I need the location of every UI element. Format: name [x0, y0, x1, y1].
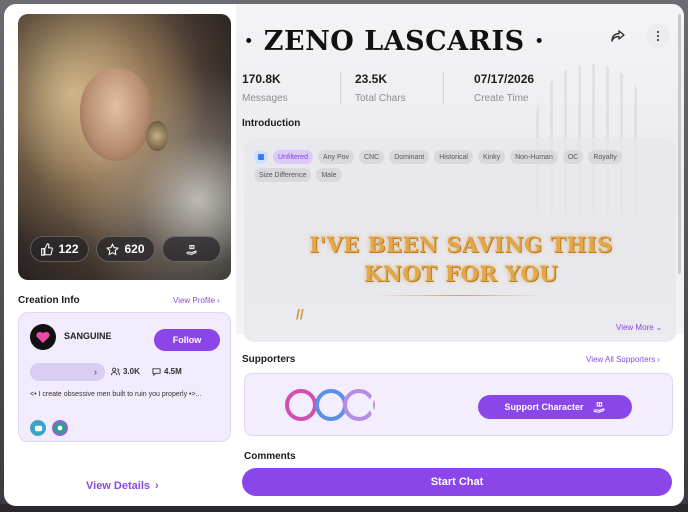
creator-card: SANGUINE Follow › 3.0K 4.5M <• I create … — [18, 312, 231, 442]
star-icon — [106, 242, 120, 255]
view-all-supporters-label: View All Supporters — [586, 355, 656, 364]
gift-button[interactable] — [162, 236, 221, 262]
chevron-down-icon: ⌄ — [655, 323, 663, 332]
stat-divider — [443, 72, 444, 104]
chevron-right-icon: › — [217, 296, 220, 305]
creator-level-bar[interactable]: › — [30, 363, 105, 381]
chevron-right-icon: › — [657, 355, 660, 364]
scrollbar[interactable] — [678, 14, 681, 274]
create-time-label: Create Time — [474, 93, 529, 104]
supporters-heading: Supporters — [242, 354, 296, 365]
more-options-button[interactable] — [646, 24, 670, 48]
chats-stat: 4.5M — [152, 367, 182, 376]
followers-count: 3.0K — [123, 367, 140, 376]
discord-icon[interactable] — [30, 420, 46, 436]
view-more-label: View More — [616, 323, 654, 332]
banner-divider — [374, 295, 544, 296]
tag-list: Unfiltered Any Pov CNC Dominant Historic… — [254, 150, 664, 182]
like-button[interactable]: 122 — [30, 236, 89, 262]
like-count: 122 — [58, 242, 79, 256]
view-all-supporters-link[interactable]: View All Supporters › — [586, 355, 660, 364]
create-time-value: 07/17/2026 — [474, 72, 535, 86]
creation-info-heading: Creation Info — [18, 295, 80, 306]
messages-label: Messages — [242, 93, 288, 104]
tag[interactable]: Male — [316, 168, 342, 182]
chat-bubble-icon — [152, 368, 161, 376]
gift-hand-icon — [186, 244, 197, 255]
tag[interactable]: Historical — [434, 150, 473, 164]
tag[interactable]: CNC — [359, 150, 385, 164]
thumbs-up-icon — [41, 242, 54, 256]
support-character-button[interactable]: Support Character — [478, 395, 632, 419]
creator-name[interactable]: SANGUINE — [64, 331, 112, 341]
portrait-earring — [146, 121, 168, 151]
tag[interactable]: Dominant — [389, 150, 430, 164]
quote-decoration-icon: // — [296, 306, 304, 322]
character-name: · ZENO LASCARIS · — [244, 26, 545, 57]
start-chat-button[interactable]: Start Chat — [242, 468, 672, 496]
view-details-link[interactable]: View Details › — [86, 480, 159, 492]
intro-banner-text: I'VE BEEN SAVING THIS KNOT FOR YOU — [309, 232, 613, 286]
tag[interactable]: Kinky — [477, 150, 506, 164]
view-profile-link[interactable]: View Profile › — [173, 296, 220, 305]
portrait-face — [80, 69, 152, 161]
gift-hand-icon — [593, 402, 605, 413]
introduction-box: Unfiltered Any Pov CNC Dominant Historic… — [244, 138, 676, 342]
total-chars-label: Total Chars — [355, 93, 406, 104]
tag[interactable]: Royalty — [588, 150, 622, 164]
supporter-avatar-frame[interactable] — [369, 389, 401, 421]
more-vertical-icon — [656, 30, 660, 42]
heart-icon — [36, 331, 50, 343]
stat-divider — [340, 72, 341, 104]
tag[interactable]: OC — [562, 150, 584, 164]
comments-heading: Comments — [244, 451, 296, 462]
chevron-right-icon: › — [94, 367, 97, 377]
favorite-count: 620 — [124, 242, 145, 256]
introduction-heading: Introduction — [242, 118, 301, 129]
total-chars-value: 23.5K — [355, 72, 388, 86]
view-details-label: View Details — [86, 480, 150, 492]
character-modal: 122 620 Creation Info View Profile › SAN… — [4, 4, 684, 506]
tag[interactable]: Any Pov — [317, 150, 355, 164]
supporter-avatar-frame[interactable] — [285, 389, 317, 421]
avatar[interactable] — [30, 324, 56, 350]
view-profile-label: View Profile — [173, 296, 216, 305]
share-icon — [611, 30, 625, 42]
tiktok-icon[interactable] — [52, 420, 68, 436]
chats-count: 4.5M — [164, 367, 182, 376]
followers-stat: 3.0K — [111, 367, 140, 376]
tag[interactable]: Non-Human — [510, 150, 558, 164]
chevron-right-icon: › — [155, 480, 159, 492]
tag-flag-icon — [254, 150, 268, 164]
messages-value: 170.8K — [242, 72, 281, 86]
tag[interactable]: Size Difference — [254, 168, 312, 182]
share-button[interactable] — [606, 24, 630, 48]
favorite-button[interactable]: 620 — [96, 236, 155, 262]
tag[interactable]: Unfiltered — [273, 150, 313, 164]
supporters-box: Support Character — [244, 373, 673, 436]
support-character-label: Support Character — [504, 402, 584, 412]
creator-bio: <• I create obsessive men built to ruin … — [30, 391, 202, 398]
view-more-button[interactable]: View More ⌄ — [616, 323, 662, 332]
follow-button[interactable]: Follow — [154, 329, 220, 351]
users-icon — [111, 367, 120, 376]
